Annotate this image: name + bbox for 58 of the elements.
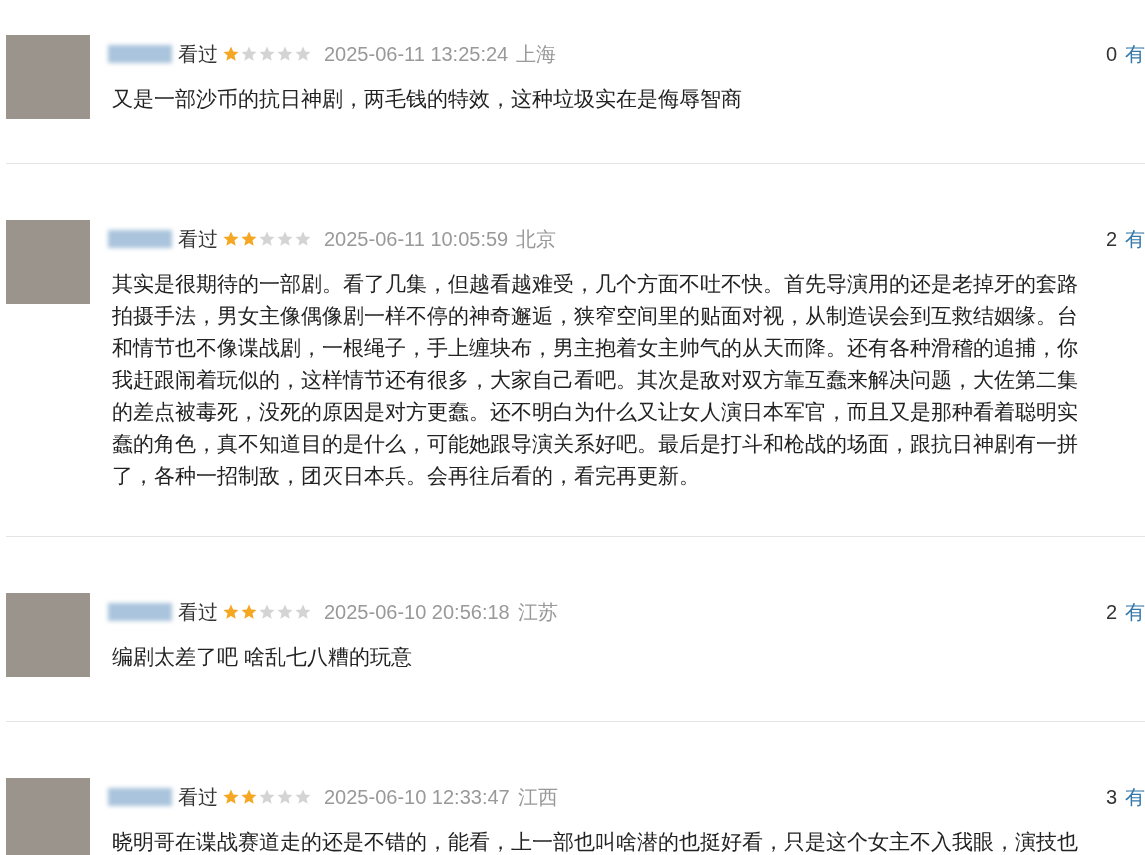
avatar-placeholder[interactable] bbox=[6, 778, 90, 855]
review-time: 2025-06-11 13:25:24 bbox=[324, 42, 509, 67]
star-icon bbox=[240, 45, 258, 63]
review-location: 上海 bbox=[516, 42, 557, 67]
review-location: 江苏 bbox=[517, 600, 558, 625]
star-icon bbox=[294, 45, 312, 63]
review-text-line: 的差点被毒死，没死的原因是对方更蠢。还不明白为什么又让女人演日本军官，而且又是那种看着聪明实 bbox=[112, 399, 1079, 425]
review-text-line: 了，各种一招制敌，团灭日本兵。会再往后看的，看完再更新。 bbox=[112, 463, 701, 489]
review-text-line: 编剧太差了吧 啥乱七八糟的玩意 bbox=[112, 644, 413, 670]
avatar-placeholder[interactable] bbox=[6, 35, 90, 119]
star-icon bbox=[240, 788, 258, 806]
useful-link[interactable]: 有 bbox=[1125, 224, 1145, 254]
star-icon bbox=[276, 603, 294, 621]
useful-link[interactable]: 有 bbox=[1125, 597, 1145, 627]
star-icon bbox=[294, 230, 312, 248]
useful-link[interactable]: 有 bbox=[1125, 782, 1145, 812]
review-text-line: 拍摄手法，男女主像偶像剧一样不停的神奇邂逅，狭窄空间里的贴面对视，从制造误会到互救结姻缘。台 bbox=[112, 303, 1079, 329]
star-icon bbox=[240, 603, 258, 621]
star-icon bbox=[258, 603, 276, 621]
useful-link[interactable]: 有 bbox=[1125, 39, 1145, 69]
star-icon bbox=[294, 788, 312, 806]
star-icon bbox=[276, 230, 294, 248]
star-icon bbox=[258, 45, 276, 63]
star-icon bbox=[276, 45, 294, 63]
review-text-line: 蠢的角色，真不知道目的是什么，可能她跟导演关系好吧。最后是打斗和枪战的场面，跟抗日神剧有一拼 bbox=[112, 431, 1079, 457]
vote-count: 2 bbox=[1105, 600, 1117, 625]
blurred-username[interactable] bbox=[108, 45, 172, 63]
star-icon bbox=[258, 788, 276, 806]
blurred-username[interactable] bbox=[108, 788, 172, 806]
vote-count: 0 bbox=[1105, 42, 1117, 67]
review-text-line: 其实是很期待的一部剧。看了几集，但越看越难受，几个方面不吐不快。首先导演用的还是老掉牙的套路 bbox=[112, 271, 1079, 297]
star-icon bbox=[240, 230, 258, 248]
review-location: 北京 bbox=[516, 227, 557, 252]
star-icon bbox=[222, 45, 240, 63]
review-location: 江西 bbox=[517, 785, 558, 810]
review-time: 2025-06-10 12:33:47 bbox=[324, 785, 510, 810]
vote-count: 3 bbox=[1105, 785, 1117, 810]
avatar-placeholder[interactable] bbox=[6, 593, 90, 677]
avatar-placeholder[interactable] bbox=[6, 220, 90, 304]
review-text-line: 晓明哥在谍战赛道走的还是不错的，能看，上一部也叫啥潜的也挺好看，只是这个女主不入我眼，演技也 bbox=[112, 829, 1079, 855]
review-time: 2025-06-11 10:05:59 bbox=[324, 227, 509, 252]
review-time: 2025-06-10 20:56:18 bbox=[324, 600, 510, 625]
blurred-username[interactable] bbox=[108, 603, 172, 621]
star-icon bbox=[222, 230, 240, 248]
star-icon bbox=[222, 603, 240, 621]
watched-status: 看过 bbox=[178, 227, 218, 252]
watched-status: 看过 bbox=[178, 785, 218, 810]
star-icon bbox=[294, 603, 312, 621]
star-icon bbox=[222, 788, 240, 806]
review-text-line: 我赶跟闹着玩似的，这样情节还有很多，大家自己看吧。其次是敌对双方靠互蠢来解决问题，大佐第二集 bbox=[112, 367, 1079, 393]
star-icon bbox=[276, 788, 294, 806]
vote-count: 2 bbox=[1105, 227, 1117, 252]
blurred-username[interactable] bbox=[108, 230, 172, 248]
star-icon bbox=[258, 230, 276, 248]
watched-status: 看过 bbox=[178, 600, 218, 625]
review-text-line: 又是一部沙币的抗日神剧，两毛钱的特效，这种垃圾实在是侮辱智商 bbox=[112, 86, 743, 112]
watched-status: 看过 bbox=[178, 42, 218, 67]
review-text-line: 和情节也不像谍战剧，一根绳子，手上缠块布，男主抱着女主帅气的从天而降。还有各种滑稽的追捕，你 bbox=[112, 335, 1079, 361]
